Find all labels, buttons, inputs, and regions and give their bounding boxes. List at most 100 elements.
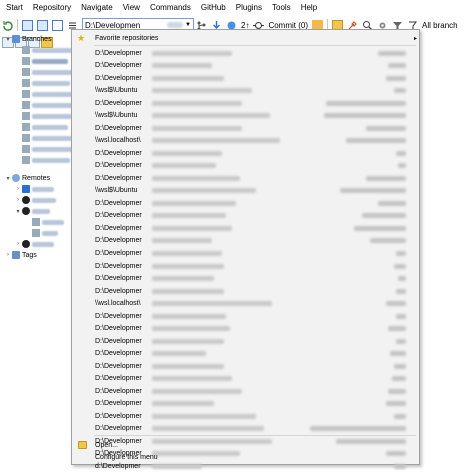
recent-repository-item[interactable]: D:\Developmer: [72, 373, 419, 385]
tree-branch-item[interactable]: [22, 78, 70, 88]
menu-item-tools[interactable]: Tools: [267, 0, 296, 16]
blurred-branch: [32, 102, 74, 108]
recent-repository-item[interactable]: D:\Developmer: [72, 160, 419, 172]
menu-item-help[interactable]: Help: [296, 0, 322, 16]
branch-filter[interactable]: All branch: [422, 21, 458, 30]
layout-icon[interactable]: [22, 19, 33, 31]
recent-repository-item[interactable]: D:\Developmer: [72, 122, 419, 134]
tree-branch-item[interactable]: [22, 122, 68, 132]
branch-icon: [22, 112, 30, 120]
recent-repository-item[interactable]: D:\Developmer: [72, 398, 419, 410]
recent-repository-item[interactable]: D:\Developmer: [72, 60, 419, 72]
recent-repository-item[interactable]: \\wsl.localhost\: [72, 135, 419, 147]
branch-icon: [22, 156, 30, 164]
branch-icon: [22, 68, 30, 76]
recent-repository-item[interactable]: D:\Developmer: [72, 360, 419, 372]
recent-repository-item[interactable]: D:\Developmer: [72, 260, 419, 272]
recent-repository-item[interactable]: D:\Developmer: [72, 323, 419, 335]
recent-repository-item[interactable]: D:\Developmer: [72, 335, 419, 347]
menu-item-view[interactable]: View: [118, 0, 145, 16]
tree-remote-internal[interactable]: ›: [14, 184, 54, 194]
tree-remote-upstream[interactable]: ›: [14, 195, 56, 205]
chevron-down-icon[interactable]: ▾: [14, 208, 22, 215]
recent-repository-item[interactable]: D:\Developmer: [72, 147, 419, 159]
tree-branch-item[interactable]: [22, 111, 72, 121]
tree-branch-item[interactable]: [22, 56, 68, 66]
chevron-down-icon[interactable]: ▾: [4, 36, 12, 43]
menu-item-github[interactable]: GitHub: [196, 0, 231, 16]
recent-repository-item[interactable]: D:\Developmer: [72, 273, 419, 285]
panel-icon[interactable]: [52, 19, 63, 31]
repository-dropdown: ★ Favorite repositories ▸ D:\Developmer D…: [71, 29, 420, 470]
recent-repository-item[interactable]: \\wsl.localhost\: [72, 298, 419, 310]
tree-branch-item[interactable]: [22, 45, 72, 55]
recent-repository-item[interactable]: D:\Developmer: [72, 97, 419, 109]
recent-repository-item[interactable]: D:\Developmer: [72, 348, 419, 360]
chevron-right-icon[interactable]: ›: [14, 186, 22, 192]
recent-repository-item[interactable]: D:\Developmer: [72, 235, 419, 247]
tree-branch-item[interactable]: [22, 89, 72, 99]
blurred-branch: [32, 69, 74, 75]
recent-repository-item[interactable]: \\wsl$\Ubuntu: [72, 185, 419, 197]
recent-repository-item[interactable]: D:\Developmer: [72, 285, 419, 297]
remote-icon: [22, 185, 30, 193]
tree-node-branches[interactable]: ▾ Branches: [4, 34, 52, 44]
repository-path: \\wsl$\Ubuntu: [95, 112, 138, 120]
blurred-path: [152, 276, 214, 282]
open-item[interactable]: Open...: [72, 439, 419, 451]
tree-remote-origin[interactable]: ▾: [14, 206, 50, 216]
tree-branch-item[interactable]: [22, 133, 72, 143]
menu-item-start[interactable]: Start: [0, 0, 28, 16]
favorite-repositories-item[interactable]: ★ Favorite repositories ▸: [72, 32, 419, 44]
tree-label-remotes: Remotes: [22, 174, 51, 182]
recent-repository-item[interactable]: \\wsl$\Ubuntu: [72, 85, 419, 97]
blurred-branch: [366, 175, 406, 181]
recent-repository-item[interactable]: D:\Developmer: [72, 72, 419, 84]
blurred-branch: [32, 124, 68, 130]
tree-origin-branch[interactable]: [32, 228, 58, 238]
split-view-icon[interactable]: [37, 19, 48, 31]
recent-repository-item[interactable]: D:\Developmer: [72, 210, 419, 222]
repository-path: D:\Developmer: [95, 162, 142, 170]
recent-repository-item[interactable]: D:\Developmer: [72, 310, 419, 322]
chevron-right-icon[interactable]: ›: [4, 252, 12, 258]
recent-repository-item[interactable]: D:\Developmer: [72, 47, 419, 59]
chevron-right-icon[interactable]: ›: [14, 241, 22, 247]
recent-repository-item[interactable]: \\wsl$\Ubuntu: [72, 110, 419, 122]
tree-origin-branch[interactable]: [32, 217, 64, 227]
branch-icon: [22, 101, 30, 109]
menu-item-commands[interactable]: Commands: [145, 0, 196, 16]
chevron-down-icon[interactable]: ▾: [4, 175, 12, 182]
blurred-path: [152, 250, 222, 256]
tree-label-branches: Branches: [22, 35, 52, 43]
tree-branch-item[interactable]: [22, 155, 70, 165]
recent-repository-item[interactable]: D:\Developmer: [72, 172, 419, 184]
blurred-branch: [354, 225, 406, 231]
tree-branch-item[interactable]: [22, 144, 74, 154]
configure-menu-item[interactable]: Configure this menu: [72, 451, 419, 463]
recent-repository-item[interactable]: D:\Developmer: [72, 410, 419, 422]
tree-branch-item[interactable]: [22, 100, 74, 110]
recent-repository-item[interactable]: D:\Developmer: [72, 197, 419, 209]
recent-repository-item[interactable]: D:\Developmer: [72, 423, 419, 435]
branch-icon: [32, 218, 40, 226]
blurred-branch: [326, 100, 406, 106]
recent-repository-item[interactable]: D:\Developmer: [72, 222, 419, 234]
tree-remote-zenodo[interactable]: ›: [14, 239, 54, 249]
recent-repository-item[interactable]: D:\Developmer: [72, 247, 419, 259]
tree-node-tags[interactable]: › Tags: [4, 250, 37, 260]
tree-branch-item[interactable]: [22, 67, 74, 77]
menu-item-repository[interactable]: Repository: [28, 0, 76, 16]
tree-node-remotes[interactable]: ▾ Remotes: [4, 173, 50, 183]
menu-item-plugins[interactable]: Plugins: [231, 0, 267, 16]
menu-item-navigate[interactable]: Navigate: [76, 0, 118, 16]
blurred-branch: [398, 276, 406, 282]
refresh-icon[interactable]: [2, 20, 13, 31]
recent-repository-item[interactable]: D:\Developmer: [72, 385, 419, 397]
blurred-path: [152, 413, 256, 419]
branch-icon: [22, 79, 30, 87]
chevron-right-icon[interactable]: ›: [14, 197, 22, 203]
blurred-path: [152, 313, 226, 319]
repository-path: D:\Developmer: [95, 212, 142, 220]
repository-path: D:\Developmer: [95, 49, 142, 57]
